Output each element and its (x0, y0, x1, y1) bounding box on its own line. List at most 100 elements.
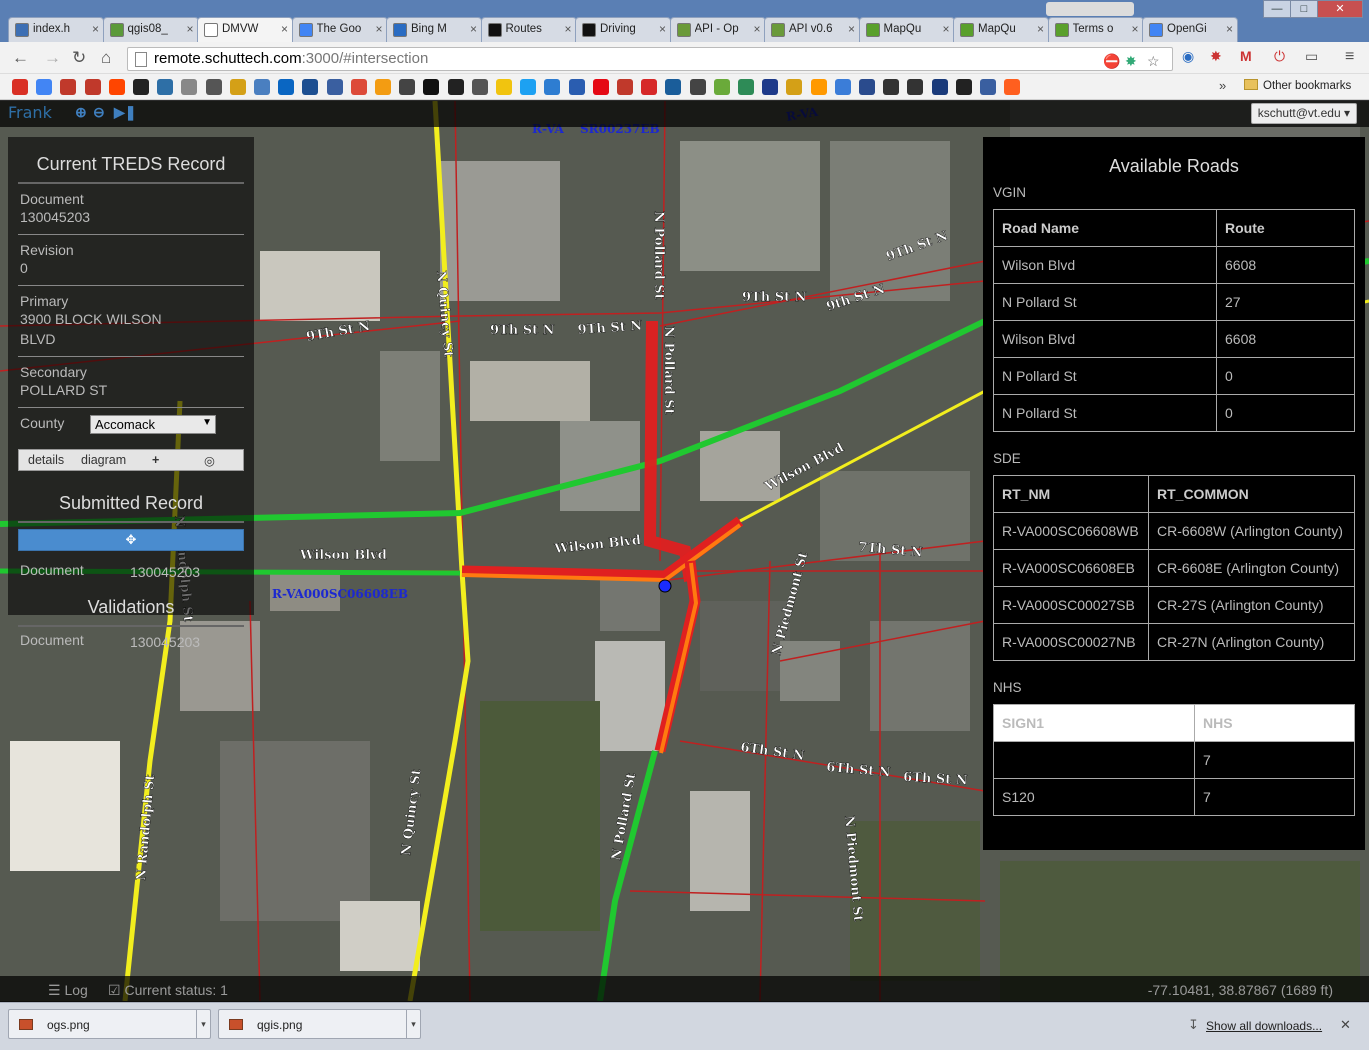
close-tab-icon[interactable]: × (186, 22, 193, 36)
nhs-row[interactable]: S120 7 (993, 778, 1355, 816)
lemon-icon[interactable] (496, 79, 512, 95)
home-icon[interactable]: ⌂ (101, 48, 111, 68)
details-button[interactable]: details (28, 453, 64, 467)
locate-button[interactable]: ✥ (18, 529, 244, 551)
p3-icon[interactable] (907, 79, 924, 95)
profile-button[interactable] (1046, 2, 1134, 16)
download-item[interactable]: qgis.png ▾ (218, 1009, 421, 1039)
close-tab-icon[interactable]: × (470, 22, 477, 36)
cast-icon[interactable]: ▭ (1305, 48, 1318, 65)
gmail-ext-icon[interactable]: M (1240, 48, 1252, 64)
county-select[interactable]: Accomack ▼ (90, 415, 216, 434)
address-bar[interactable]: remote.schuttech.com:3000/#intersection … (127, 47, 1173, 71)
calendar-icon[interactable] (36, 79, 53, 95)
browser-tab[interactable]: DMVW × (197, 17, 293, 42)
close-tab-icon[interactable]: × (659, 22, 666, 36)
p-icon[interactable] (302, 79, 319, 95)
maximize-button[interactable]: □ (1290, 0, 1318, 18)
eye-icon[interactable] (689, 79, 706, 95)
target-icon[interactable]: ◎ (204, 453, 215, 468)
sde-row[interactable]: R-VA000SC06608EB CR-6608E (Arlington Coun… (993, 549, 1355, 587)
close-downloads-icon[interactable]: ✕ (1340, 1017, 1351, 1033)
sxm-icon[interactable] (568, 79, 585, 95)
github-icon[interactable] (133, 79, 149, 95)
orange-icon[interactable] (375, 79, 391, 95)
ext-1-icon[interactable]: ◉ (1182, 48, 1194, 65)
reddit-icon[interactable] (108, 79, 125, 95)
wsj-icon[interactable] (399, 79, 416, 95)
minimize-button[interactable]: — (1263, 0, 1291, 18)
linkedin-icon[interactable] (278, 79, 295, 95)
vgin-row[interactable]: Wilson Blvd 6608 (993, 320, 1355, 358)
close-tab-icon[interactable]: × (848, 22, 855, 36)
twitter-icon[interactable] (520, 79, 537, 95)
diagram-button[interactable]: diagram (81, 453, 126, 467)
close-tab-icon[interactable]: × (281, 22, 288, 36)
nyt-icon[interactable] (423, 79, 440, 95)
log-button[interactable]: ☰ Log (48, 982, 88, 999)
forward-icon[interactable]: → (44, 48, 61, 68)
nlp-icon[interactable] (1004, 79, 1021, 95)
browser-tab[interactable]: Terms o × (1047, 17, 1144, 42)
browser-tab[interactable]: MapQu × (953, 17, 1049, 42)
red2-icon[interactable] (641, 79, 658, 95)
close-tab-icon[interactable]: × (92, 22, 99, 36)
wp-icon[interactable] (447, 79, 464, 95)
arc-icon[interactable] (60, 79, 77, 95)
badge-icon[interactable] (859, 79, 875, 95)
download-menu-icon[interactable]: ▾ (196, 1010, 210, 1038)
amazon-icon[interactable] (810, 79, 827, 95)
menu-icon[interactable]: ≡ (1345, 48, 1354, 66)
browser-tab[interactable]: index.h × (8, 17, 104, 42)
close-tab-icon[interactable]: × (1226, 22, 1233, 36)
box-icon[interactable] (786, 79, 803, 95)
close-tab-icon[interactable]: × (375, 22, 382, 36)
download-item[interactable]: ogs.png ▾ (8, 1009, 211, 1039)
twc-icon[interactable] (326, 79, 343, 95)
tree-icon[interactable] (181, 79, 198, 95)
sde-row[interactable]: R-VA000SC00027SB CR-27S (Arlington County… (993, 586, 1355, 624)
wikipedia-icon[interactable] (471, 79, 488, 95)
globe-icon[interactable] (738, 79, 754, 95)
close-tab-icon[interactable]: × (1037, 22, 1044, 36)
back-icon[interactable]: ← (12, 48, 29, 68)
shield-icon[interactable] (980, 79, 996, 95)
add-icon[interactable]: + (152, 453, 159, 467)
re-icon[interactable] (205, 79, 222, 95)
user-menu[interactable]: kschutt@vt.edu ▾ (1250, 103, 1357, 124)
browser-tab[interactable]: qgis08_ × (102, 17, 199, 42)
paw-icon[interactable] (834, 79, 851, 95)
vgin-row[interactable]: N Pollard St 0 (993, 357, 1355, 395)
browser-tab[interactable]: The Goo × (291, 17, 388, 42)
gplus-icon[interactable] (350, 79, 367, 95)
show-all-downloads-link[interactable]: Show all downloads... (1206, 1019, 1322, 1033)
browser-tab[interactable]: API - Op × (669, 17, 766, 42)
sde-row[interactable]: R-VA000SC06608WB CR-6608W (Arlington Coun… (993, 512, 1355, 550)
netflix-icon[interactable] (592, 79, 609, 95)
mlb-icon[interactable] (931, 79, 948, 95)
nhl-icon[interactable] (955, 79, 972, 95)
map-pin-icon[interactable] (544, 79, 561, 95)
leaf-icon[interactable] (713, 79, 730, 95)
close-tab-icon[interactable]: × (564, 22, 571, 36)
nhs-row[interactable]: 7 (993, 741, 1355, 779)
close-window-button[interactable]: ✕ (1317, 0, 1363, 18)
browser-tab[interactable]: Driving × (575, 17, 671, 42)
blocked-icon[interactable]: ⛔ (1103, 53, 1120, 70)
vgin-row[interactable]: N Pollard St 27 (993, 283, 1355, 321)
vgin-row[interactable]: Wilson Blvd 6608 (993, 246, 1355, 284)
ext-2-icon[interactable]: ✸ (1210, 48, 1222, 65)
browser-tab[interactable]: Bing M × (386, 17, 482, 42)
r-icon[interactable] (229, 79, 246, 95)
red-icon[interactable] (617, 79, 633, 95)
settings-icon[interactable] (254, 79, 270, 95)
arc-icon[interactable] (84, 79, 101, 95)
close-tab-icon[interactable]: × (942, 22, 949, 36)
reload-icon[interactable]: ↻ (72, 48, 86, 68)
zoom-out-icon[interactable]: ⊖ (93, 104, 105, 121)
gmail-icon[interactable] (12, 79, 28, 95)
reply-icon[interactable] (157, 79, 174, 95)
browser-tab[interactable]: API v0.6 × (764, 17, 860, 42)
browser-tab[interactable]: Routes × (480, 17, 577, 42)
location-marker[interactable] (658, 579, 672, 593)
